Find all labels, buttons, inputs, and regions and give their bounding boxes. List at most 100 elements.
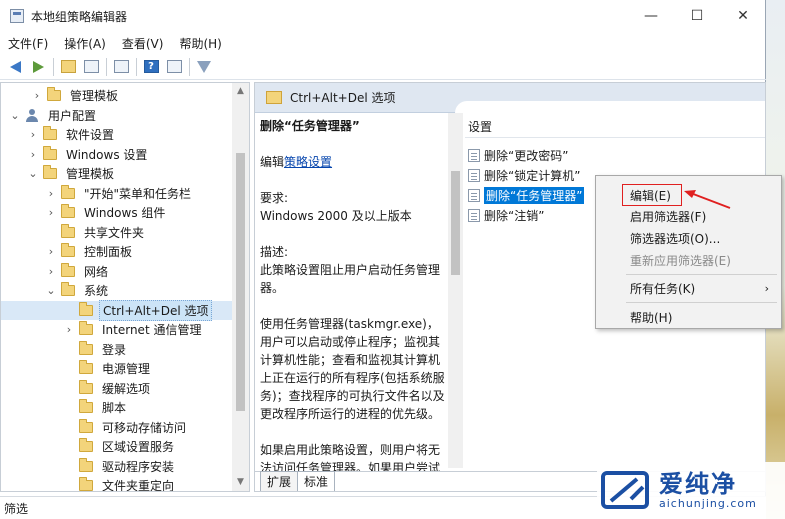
expand-chevron-icon[interactable]: ›: [45, 265, 57, 278]
watermark-logo-icon: [601, 470, 649, 509]
tree-item[interactable]: 电源管理: [1, 359, 234, 379]
folder-icon: [47, 87, 61, 102]
expand-chevron-icon[interactable]: ›: [27, 148, 39, 161]
tree-scrollbar[interactable]: ▲ ▼: [232, 83, 249, 491]
tree-item[interactable]: › 软件设置: [1, 125, 234, 145]
menu-action[interactable]: 操作(A): [56, 35, 114, 52]
forward-button[interactable]: [27, 56, 49, 78]
back-button[interactable]: [4, 56, 26, 78]
tree-item[interactable]: Ctrl+Alt+Del 选项: [1, 299, 234, 321]
status-text: 筛选: [4, 501, 29, 516]
tree-item[interactable]: 区域设置服务: [1, 437, 234, 457]
setting-item-selected[interactable]: 删除“任务管理器”: [468, 186, 585, 205]
folder-icon: [79, 457, 93, 472]
tree-item[interactable]: ⌄ 系统: [1, 281, 234, 301]
show-hide-tree-button[interactable]: [80, 56, 102, 78]
tree-item[interactable]: › Internet 通信管理: [1, 320, 234, 340]
details-header-title: Ctrl+Alt+Del 选项: [290, 91, 396, 105]
tree-item[interactable]: › 控制面板: [1, 242, 234, 262]
tree-item[interactable]: › Windows 设置: [1, 145, 234, 165]
close-button[interactable]: ✕: [720, 0, 766, 32]
scroll-up-icon[interactable]: ▲: [232, 83, 249, 100]
setting-item[interactable]: 删除“更改密码”: [468, 146, 568, 165]
scroll-down-icon[interactable]: ▼: [232, 474, 249, 491]
context-help[interactable]: 帮助(H): [596, 307, 781, 327]
submenu-arrow-icon: ›: [764, 281, 769, 295]
tree-item[interactable]: 缓解选项: [1, 379, 234, 399]
maximize-button[interactable]: ☐: [674, 0, 720, 32]
context-filter-options[interactable]: 筛选器选项(O)...: [596, 228, 781, 248]
help-button[interactable]: ?: [140, 56, 162, 78]
tree-item[interactable]: › "开始"菜单和任务栏: [1, 184, 234, 204]
menu-help[interactable]: 帮助(H): [171, 35, 229, 52]
watermark-brand: 爱纯净: [659, 470, 737, 498]
tree-item[interactable]: › 网络: [1, 262, 234, 282]
folder-up-icon: [60, 60, 76, 73]
toolbar-separator: [106, 57, 107, 76]
folder-icon: [79, 379, 93, 394]
tree-item-label: 软件设置: [66, 128, 115, 143]
tree-item[interactable]: 驱动程序安装: [1, 457, 234, 477]
tree-item[interactable]: 共享文件夹: [1, 223, 234, 243]
description-scrollbar[interactable]: [448, 113, 463, 468]
expand-chevron-icon[interactable]: ›: [27, 128, 39, 141]
folder-icon: [79, 301, 93, 316]
tree-item-label: 网络: [84, 264, 109, 279]
tree-item[interactable]: 可移动存储访问: [1, 418, 234, 438]
properties-button[interactable]: [163, 56, 185, 78]
tree-item-label: 驱动程序安装: [102, 459, 175, 474]
requirements: 要求: Windows 2000 及以上版本: [260, 189, 445, 225]
tree-item-label: 文件夹重定向: [102, 479, 175, 492]
tree-item-label: 区域设置服务: [102, 440, 175, 455]
edit-prefix: 编辑: [260, 155, 285, 169]
filter-button[interactable]: [193, 56, 215, 78]
tree-item[interactable]: 脚本: [1, 398, 234, 418]
description-value: 此策略设置阻止用户启动任务管理器。: [260, 263, 441, 295]
tab-standard[interactable]: 标准: [297, 471, 336, 491]
tree-item-label: 脚本: [102, 401, 127, 416]
context-all-tasks-label: 所有任务(K): [630, 281, 696, 296]
tree-item[interactable]: › 管理模板: [1, 86, 234, 106]
settings-column-header[interactable]: 设置: [468, 118, 492, 135]
description-scroll-thumb[interactable]: [451, 171, 460, 275]
setting-label: 删除“更改密码”: [484, 149, 569, 163]
menu-view[interactable]: 查看(V): [114, 35, 172, 52]
tree-item-label: 管理模板: [70, 89, 119, 104]
expand-chevron-icon[interactable]: ›: [31, 89, 43, 102]
folder-icon: [61, 223, 75, 238]
export-list-button[interactable]: [110, 56, 132, 78]
edit-policy-link[interactable]: 策略设置: [284, 155, 332, 169]
requirements-label: 要求:: [260, 191, 289, 205]
collapse-chevron-icon[interactable]: ⌄: [9, 109, 21, 122]
description-label: 描述:: [260, 245, 289, 259]
folder-icon: [61, 243, 75, 258]
tree-item[interactable]: 登录: [1, 340, 234, 360]
description-panel: 删除“任务管理器” 编辑策略设置 要求: Windows 2000 及以上版本 描…: [260, 117, 445, 491]
expand-chevron-icon[interactable]: ›: [63, 323, 75, 336]
expand-chevron-icon[interactable]: ›: [45, 206, 57, 219]
up-folder-button[interactable]: [57, 56, 79, 78]
tree-item-label: 系统: [84, 284, 109, 299]
expand-chevron-icon[interactable]: ›: [45, 245, 57, 258]
minimize-button[interactable]: —: [628, 0, 674, 32]
menu-file[interactable]: 文件(F): [0, 35, 56, 52]
requirements-value: Windows 2000 及以上版本: [260, 209, 412, 223]
context-all-tasks[interactable]: 所有任务(K) ›: [596, 278, 781, 298]
scroll-thumb[interactable]: [236, 153, 245, 411]
window-title: 本地组策略编辑器: [31, 9, 128, 24]
folder-icon: [266, 91, 282, 104]
watermark: 爱纯净 aichunjing.com: [597, 462, 785, 519]
edit-policy-line: 编辑策略设置: [260, 153, 445, 171]
collapse-chevron-icon[interactable]: ⌄: [27, 167, 39, 180]
expand-chevron-icon[interactable]: ›: [45, 187, 57, 200]
tab-extended[interactable]: 扩展: [260, 471, 299, 491]
tree-item[interactable]: 文件夹重定向: [1, 476, 234, 492]
tree-pane: › 管理模板 ⌄ 用户配置 › 软件设置 › Windows 设置 ⌄ 管理模板 › "开始"菜单和任…: [0, 82, 250, 492]
setting-item[interactable]: 删除“注销”: [468, 206, 544, 225]
tree-item[interactable]: ⌄ 用户配置: [1, 106, 234, 126]
tree-item[interactable]: › Windows 组件: [1, 203, 234, 223]
setting-item[interactable]: 删除“锁定计算机”: [468, 166, 580, 185]
collapse-chevron-icon[interactable]: ⌄: [45, 284, 57, 297]
folder-icon: [43, 126, 57, 141]
tree-item[interactable]: ⌄ 管理模板: [1, 164, 234, 184]
